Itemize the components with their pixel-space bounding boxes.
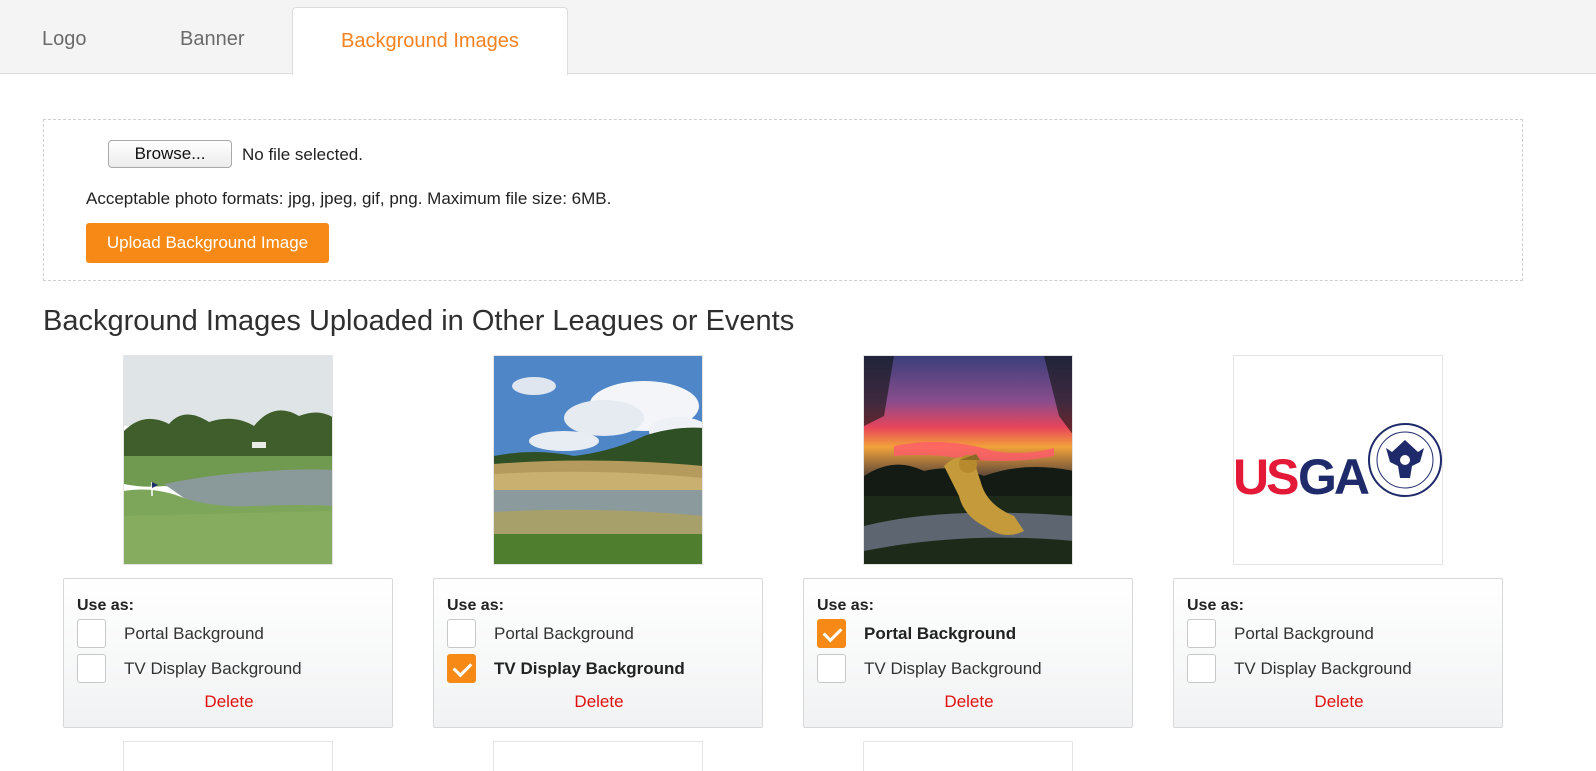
use-as-panel: Use as: Portal Background TV Display Bac… [433,578,763,728]
next-row-thumbnail [123,741,333,771]
upload-background-image-button[interactable]: Upload Background Image [86,223,329,263]
portal-background-label: Portal Background [864,624,1017,643]
tab-logo[interactable]: Logo [42,0,87,74]
delete-link[interactable]: Delete [64,692,394,712]
use-as-panel: Use as: Portal Background TV Display Bac… [63,578,393,728]
portal-background-label: Portal Background [494,624,634,643]
tv-display-background-label: TV Display Background [494,659,685,678]
tab-bar: Logo Banner Background Images [0,0,1596,75]
tv-display-background-label: TV Display Background [124,659,302,678]
tv-display-background-label: TV Display Background [1234,659,1412,678]
tab-background-images[interactable]: Background Images [292,7,568,75]
upload-box: Browse... No file selected. Acceptable p… [43,119,1523,281]
formats-note: Acceptable photo formats: jpg, jpeg, gif… [86,189,612,208]
golf-course-pond-icon[interactable] [123,355,333,565]
use-as-label: Use as: [817,597,874,614]
image-card: Use as: Portal Background TV Display Bac… [63,355,393,771]
image-card: Use as: Portal Background TV Display Bac… [803,355,1133,771]
golf-course-sky-icon[interactable] [493,355,703,565]
section-heading: Background Images Uploaded in Other Leag… [43,305,795,337]
browse-button[interactable]: Browse... [108,140,232,168]
delete-link[interactable]: Delete [804,692,1134,712]
delete-link[interactable]: Delete [434,692,764,712]
image-card: Use as: Portal Background TV Display Bac… [433,355,763,771]
use-as-label: Use as: [447,597,504,614]
portal-background-checkbox[interactable] [447,619,476,648]
tv-option: TV Display Background [817,654,1117,684]
portal-option: Portal Background [77,619,377,649]
next-row-thumbnail [863,741,1073,771]
svg-text:US: US [1234,449,1298,505]
tab-banner[interactable]: Banner [180,0,245,74]
portal-background-checkbox[interactable] [817,619,846,648]
portal-option: Portal Background [1187,619,1487,649]
tv-display-background-checkbox[interactable] [77,654,106,683]
portal-option: Portal Background [817,619,1117,649]
portal-background-checkbox[interactable] [1187,619,1216,648]
tv-display-background-checkbox[interactable] [447,654,476,683]
file-status: No file selected. [242,145,363,164]
tv-option: TV Display Background [1187,654,1487,684]
use-as-panel: Use as: Portal Background TV Display Bac… [803,578,1133,728]
use-as-label: Use as: [77,597,134,614]
sunset-statue-icon[interactable] [863,355,1073,565]
portal-background-label: Portal Background [124,624,264,643]
next-row-thumbnail [493,741,703,771]
svg-text:GA: GA [1298,449,1369,505]
image-card: US GA Use as: Portal Background TV Displ… [1173,355,1503,762]
tv-option: TV Display Background [447,654,747,684]
delete-link[interactable]: Delete [1174,692,1504,712]
tv-option: TV Display Background [77,654,377,684]
use-as-label: Use as: [1187,597,1244,614]
tv-display-background-checkbox[interactable] [817,654,846,683]
portal-background-checkbox[interactable] [77,619,106,648]
portal-background-label: Portal Background [1234,624,1374,643]
tv-display-background-label: TV Display Background [864,659,1042,678]
tv-display-background-checkbox[interactable] [1187,654,1216,683]
use-as-panel: Use as: Portal Background TV Display Bac… [1173,578,1503,728]
usga-logo[interactable]: US GA [1233,355,1443,565]
portal-option: Portal Background [447,619,747,649]
